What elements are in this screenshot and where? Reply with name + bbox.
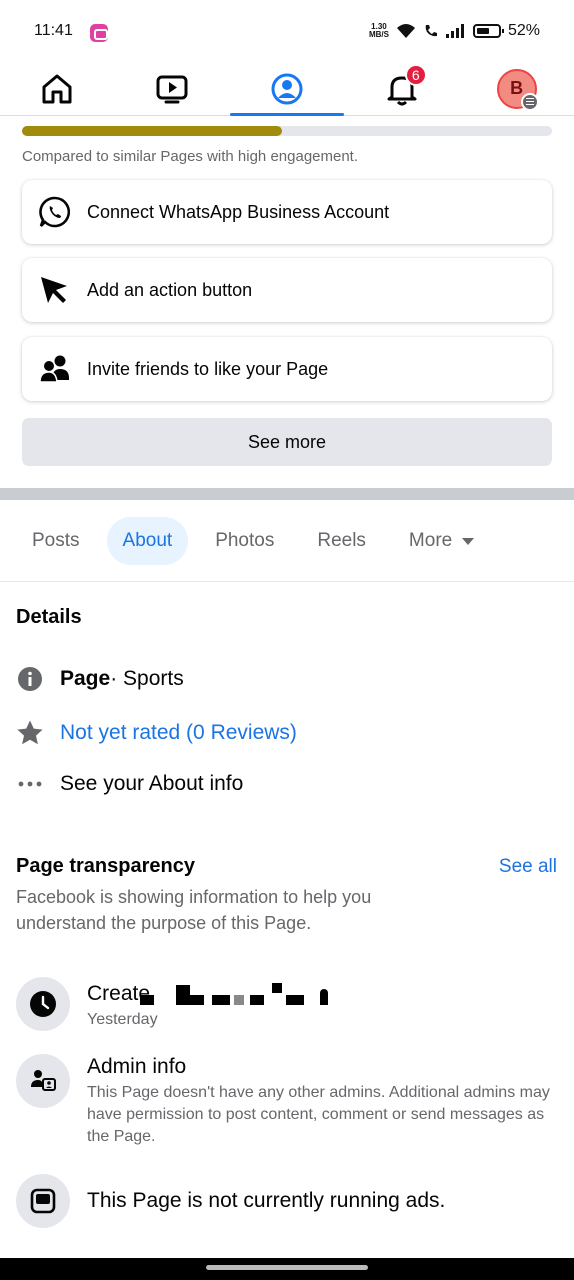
tab-posts[interactable]: Posts bbox=[16, 517, 96, 565]
signal-icon bbox=[445, 24, 464, 38]
info-icon bbox=[16, 665, 44, 693]
home-indicator[interactable] bbox=[206, 1265, 368, 1270]
nav-tab-notifications[interactable]: 6 bbox=[344, 62, 459, 115]
tab-reels[interactable]: Reels bbox=[301, 517, 382, 565]
ads-row: This Page is not currently running ads. bbox=[16, 1174, 445, 1228]
created-sub: Yesterday bbox=[87, 1011, 158, 1028]
category-row: Page · Sports bbox=[16, 665, 184, 693]
status-time: 11:41 bbox=[34, 22, 73, 39]
section-divider bbox=[0, 488, 574, 500]
invite-friends-card[interactable]: Invite friends to like your Page bbox=[22, 337, 552, 401]
caret-down-icon bbox=[462, 537, 475, 545]
details-heading: Details bbox=[16, 606, 82, 628]
tab-more[interactable]: More bbox=[393, 517, 490, 565]
clock-icon bbox=[16, 977, 70, 1031]
nav-tab-video[interactable] bbox=[115, 62, 230, 115]
call-icon bbox=[425, 25, 437, 37]
transparency-description: Facebook is showing information to help … bbox=[16, 887, 372, 933]
add-action-button-card[interactable]: Add an action button bbox=[22, 258, 552, 322]
wifi-icon bbox=[396, 24, 415, 38]
cursor-icon bbox=[38, 273, 72, 307]
video-icon bbox=[156, 75, 188, 103]
ads-status: This Page is not currently running ads. bbox=[87, 1189, 446, 1212]
nav-tab-menu[interactable]: B bbox=[459, 62, 574, 115]
created-title: Create bbox=[87, 981, 332, 1007]
rating-link[interactable]: Not yet rated (0 Reviews) bbox=[60, 721, 297, 745]
battery-icon bbox=[472, 24, 504, 38]
status-indicators: 1.30 MB/S 52% bbox=[369, 22, 540, 40]
notification-badge: 6 bbox=[404, 63, 427, 86]
admin-info-row: Admin info This Page doesn't have any ot… bbox=[16, 1054, 559, 1148]
card-label: Add an action button bbox=[87, 279, 253, 300]
category-label: Page bbox=[60, 667, 111, 690]
redacted-date bbox=[140, 983, 332, 1006]
see-all-link[interactable]: See all bbox=[499, 856, 557, 878]
card-label: Invite friends to like your Page bbox=[87, 358, 329, 379]
nav-tab-home[interactable] bbox=[0, 62, 115, 115]
created-row: Create Yesterday bbox=[16, 977, 332, 1031]
menu-icon bbox=[520, 92, 539, 111]
nav-tab-profile[interactable] bbox=[229, 62, 345, 116]
profile-icon bbox=[271, 73, 303, 104]
more-dots-icon bbox=[16, 770, 44, 798]
about-info-label: See your About info bbox=[60, 772, 244, 795]
engagement-progress-fill bbox=[22, 126, 282, 136]
page-tabs: Posts About Photos Reels More bbox=[16, 516, 501, 566]
battery-percent: 52% bbox=[507, 22, 540, 39]
about-info-row[interactable]: See your About info bbox=[16, 770, 243, 798]
rating-row[interactable]: Not yet rated (0 Reviews) bbox=[16, 719, 297, 747]
network-speed: 1.30 MB/S bbox=[368, 22, 389, 39]
avatar: B bbox=[496, 68, 539, 111]
app-notification-icon bbox=[90, 24, 108, 42]
tab-about[interactable]: About bbox=[106, 517, 189, 565]
ads-icon bbox=[16, 1174, 70, 1228]
tabs-divider bbox=[0, 581, 574, 582]
admin-info-description: This Page doesn't have any other admins.… bbox=[87, 1084, 550, 1145]
category-value: · Sports bbox=[110, 667, 184, 690]
connect-whatsapp-card[interactable]: Connect WhatsApp Business Account bbox=[22, 180, 552, 244]
whatsapp-icon bbox=[38, 195, 72, 229]
status-bar: 11:41 1.30 MB/S 52% bbox=[0, 0, 574, 62]
see-more-button[interactable]: See more bbox=[22, 418, 552, 466]
tab-photos[interactable]: Photos bbox=[199, 517, 290, 565]
home-icon bbox=[42, 74, 72, 103]
top-navigation: 6 B bbox=[0, 62, 574, 116]
transparency-heading: Page transparency bbox=[16, 855, 195, 877]
people-icon bbox=[38, 352, 72, 386]
admin-info-title: Admin info bbox=[87, 1055, 187, 1078]
engagement-progress-bar bbox=[22, 126, 552, 136]
star-icon bbox=[16, 719, 44, 747]
card-label: Connect WhatsApp Business Account bbox=[87, 201, 390, 222]
engagement-caption: Compared to similar Pages with high enga… bbox=[22, 148, 359, 165]
admin-icon bbox=[16, 1054, 70, 1108]
